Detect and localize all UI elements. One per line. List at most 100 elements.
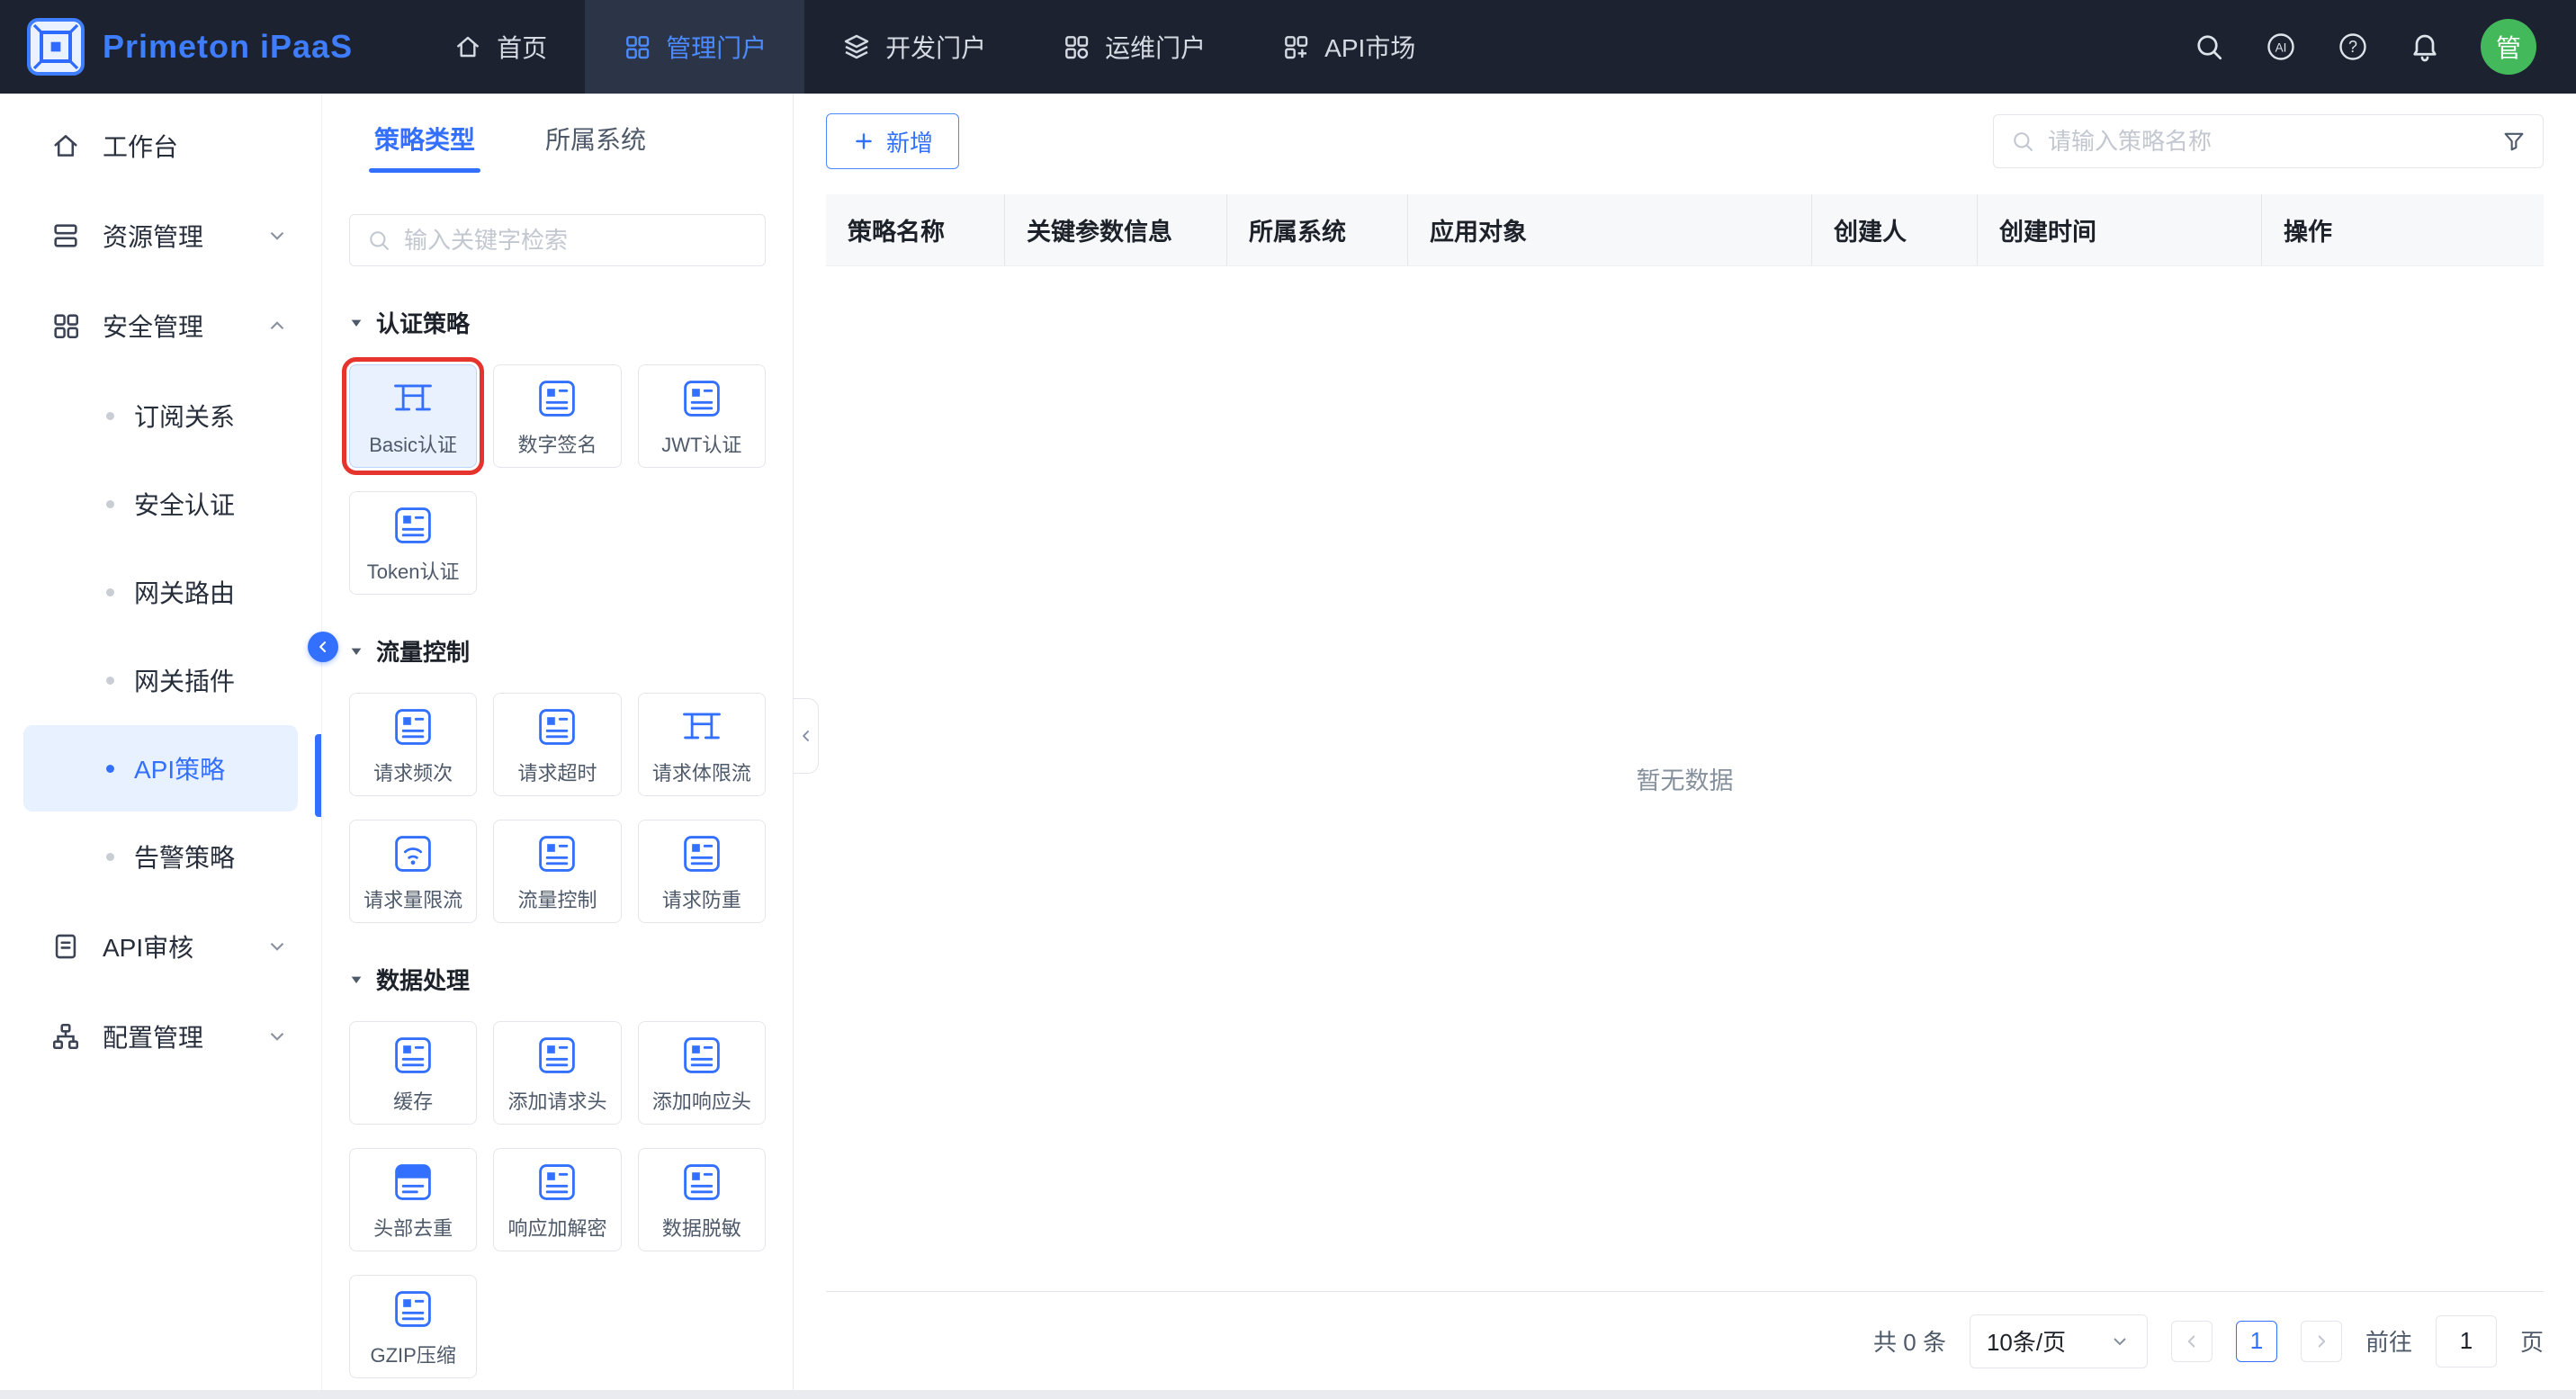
policy-card-label: Basic认证 bbox=[369, 429, 457, 458]
policy-search-input[interactable] bbox=[2048, 128, 2489, 156]
next-page-button[interactable] bbox=[2301, 1321, 2342, 1362]
policy-card-token-auth[interactable]: Token认证 bbox=[349, 491, 477, 595]
bullet-dot bbox=[106, 588, 114, 596]
policy-card-label: 请求体限流 bbox=[652, 758, 751, 786]
workbench-icon bbox=[50, 130, 81, 161]
nav-item-home[interactable]: 首页 bbox=[416, 0, 585, 94]
market-grid-icon bbox=[1281, 32, 1310, 61]
user-avatar[interactable]: 管 bbox=[2481, 19, 2536, 75]
sidebar-subitem-alert-policy[interactable]: 告警策略 bbox=[23, 813, 298, 900]
filter-icon[interactable] bbox=[2501, 129, 2527, 154]
sidebar-item-security[interactable]: 安全管理 bbox=[0, 281, 321, 371]
goto-page-input[interactable] bbox=[2436, 1315, 2497, 1368]
policy-card-add-request-header[interactable]: 添加请求头 bbox=[493, 1021, 621, 1125]
palette-search-box bbox=[349, 214, 766, 266]
app-icon bbox=[534, 375, 580, 422]
table-body: 暂无数据 bbox=[826, 266, 2544, 1291]
column-header-actions: 操作 bbox=[2262, 194, 2544, 265]
bullet-dot bbox=[106, 412, 114, 420]
column-header-applied-object: 应用对象 bbox=[1408, 194, 1812, 265]
policy-card-gzip[interactable]: GZIP压缩 bbox=[349, 1275, 477, 1378]
page-number-current[interactable]: 1 bbox=[2236, 1321, 2277, 1362]
policy-card-digital-signature[interactable]: 数字签名 bbox=[493, 364, 621, 468]
app-icon bbox=[678, 375, 725, 422]
sidebar-subitem-gateway-route[interactable]: 网关路由 bbox=[23, 549, 298, 635]
palette-tabs: 策略类型 所属系统 bbox=[322, 94, 793, 173]
ai-icon[interactable]: AI bbox=[2265, 31, 2297, 63]
sidebar-item-config[interactable]: 配置管理 bbox=[0, 991, 321, 1081]
policy-card-encrypt-decrypt[interactable]: 响应加解密 bbox=[493, 1148, 621, 1251]
policy-card-basic-auth[interactable]: Basic认证 bbox=[349, 364, 477, 468]
policy-card-traffic-control[interactable]: 流量控制 bbox=[493, 820, 621, 923]
sidebar-subitem-label: 网关路由 bbox=[134, 574, 235, 610]
group-header-traffic-control[interactable]: 流量控制 bbox=[349, 634, 766, 668]
nav-item-api-market[interactable]: API市场 bbox=[1243, 0, 1453, 94]
chevron-down-icon bbox=[265, 224, 289, 247]
app-icon bbox=[534, 1159, 580, 1206]
app-icon bbox=[678, 830, 725, 877]
policy-card-label: JWT认证 bbox=[661, 429, 741, 458]
card-grid-data-processing: 缓存 添加请求头 添加响应头 头部去重 响应加解密 数据脱敏 bbox=[349, 1021, 766, 1378]
sidebar-item-resource[interactable]: 资源管理 bbox=[0, 191, 321, 281]
policy-card-label: 请求量限流 bbox=[364, 884, 462, 913]
sidebar-item-label: 安全管理 bbox=[103, 308, 203, 344]
nav-item-label: 运维门户 bbox=[1105, 29, 1206, 65]
nav-item-label: 管理门户 bbox=[666, 29, 767, 65]
layers-icon bbox=[842, 32, 871, 61]
prev-page-button[interactable] bbox=[2171, 1321, 2212, 1362]
add-policy-button[interactable]: 新增 bbox=[826, 113, 959, 169]
nav-item-admin-portal[interactable]: 管理门户 bbox=[585, 0, 804, 94]
policy-card-data-masking[interactable]: 数据脱敏 bbox=[638, 1148, 766, 1251]
policy-card-request-frequency[interactable]: 请求频次 bbox=[349, 693, 477, 796]
help-icon[interactable]: ? bbox=[2337, 31, 2369, 63]
search-icon[interactable] bbox=[2193, 31, 2225, 63]
bullet-dot bbox=[106, 765, 114, 773]
column-header-created-time: 创建时间 bbox=[1978, 194, 2262, 265]
sidebar-subitem-label: 网关插件 bbox=[134, 662, 235, 698]
policy-card-add-response-header[interactable]: 添加响应头 bbox=[638, 1021, 766, 1125]
sidebar-subitem-security-auth[interactable]: 安全认证 bbox=[23, 461, 298, 547]
security-icon bbox=[50, 310, 81, 341]
palette-search-input[interactable] bbox=[404, 227, 749, 255]
pagination-bar: 共 0 条 10条/页 1 前往 页 bbox=[826, 1291, 2544, 1390]
chevron-up-icon bbox=[265, 314, 289, 337]
table-header: 策略名称 关键参数信息 所属系统 应用对象 创建人 创建时间 操作 bbox=[826, 194, 2544, 266]
primary-nav: 首页 管理门户 开发门户 运维门户 API市场 bbox=[416, 0, 1453, 94]
policy-card-label: 流量控制 bbox=[517, 884, 597, 913]
policy-card-jwt-auth[interactable]: JWT认证 bbox=[638, 364, 766, 468]
app-icon bbox=[678, 1032, 725, 1079]
card-grid-traffic-control: 请求频次 请求超时 请求体限流 请求量限流 流量控制 请求防重 bbox=[349, 693, 766, 923]
policy-card-label: 响应加解密 bbox=[507, 1213, 606, 1242]
policy-card-request-timeout[interactable]: 请求超时 bbox=[493, 693, 621, 796]
tab-policy-type[interactable]: 策略类型 bbox=[374, 128, 475, 173]
app-icon bbox=[678, 1159, 725, 1206]
sidebar-item-api-audit[interactable]: API审核 bbox=[0, 901, 321, 991]
policy-card-request-antireplay[interactable]: 请求防重 bbox=[638, 820, 766, 923]
tab-owning-system[interactable]: 所属系统 bbox=[545, 128, 646, 173]
page-size-select[interactable]: 10条/页 bbox=[1970, 1314, 2148, 1368]
sidebar-subitem-gateway-plugin[interactable]: 网关插件 bbox=[23, 637, 298, 723]
bridge-icon bbox=[390, 375, 436, 422]
goto-unit: 页 bbox=[2520, 1324, 2544, 1358]
group-header-auth-policy[interactable]: 认证策略 bbox=[349, 306, 766, 339]
brand[interactable]: Primeton iPaaS bbox=[0, 18, 416, 76]
nav-item-label: 首页 bbox=[497, 29, 547, 65]
sidebar-item-label: 配置管理 bbox=[103, 1018, 203, 1054]
sidebar-item-label: 资源管理 bbox=[103, 218, 203, 254]
panel-collapse-button[interactable] bbox=[794, 698, 819, 774]
nav-item-ops-portal[interactable]: 运维门户 bbox=[1024, 0, 1243, 94]
policy-card-header-dedup[interactable]: 头部去重 bbox=[349, 1148, 477, 1251]
sidebar-subitem-api-policy[interactable]: API策略 bbox=[23, 725, 298, 812]
group-header-data-processing[interactable]: 数据处理 bbox=[349, 963, 766, 996]
sidebar: 工作台 资源管理 安全管理 订阅关系 安全认证 网关路由 网关插件 bbox=[0, 94, 322, 1390]
policy-card-cache[interactable]: 缓存 bbox=[349, 1021, 477, 1125]
app-icon bbox=[390, 704, 436, 750]
sidebar-item-workbench[interactable]: 工作台 bbox=[0, 101, 321, 191]
sidebar-collapse-button[interactable] bbox=[308, 632, 338, 662]
policy-card-request-volume-limit[interactable]: 请求量限流 bbox=[349, 820, 477, 923]
policy-search-box bbox=[1993, 114, 2544, 168]
bell-icon[interactable] bbox=[2409, 31, 2441, 63]
policy-card-request-body-limit[interactable]: 请求体限流 bbox=[638, 693, 766, 796]
sidebar-subitem-subscription[interactable]: 订阅关系 bbox=[23, 372, 298, 459]
nav-item-dev-portal[interactable]: 开发门户 bbox=[804, 0, 1024, 94]
